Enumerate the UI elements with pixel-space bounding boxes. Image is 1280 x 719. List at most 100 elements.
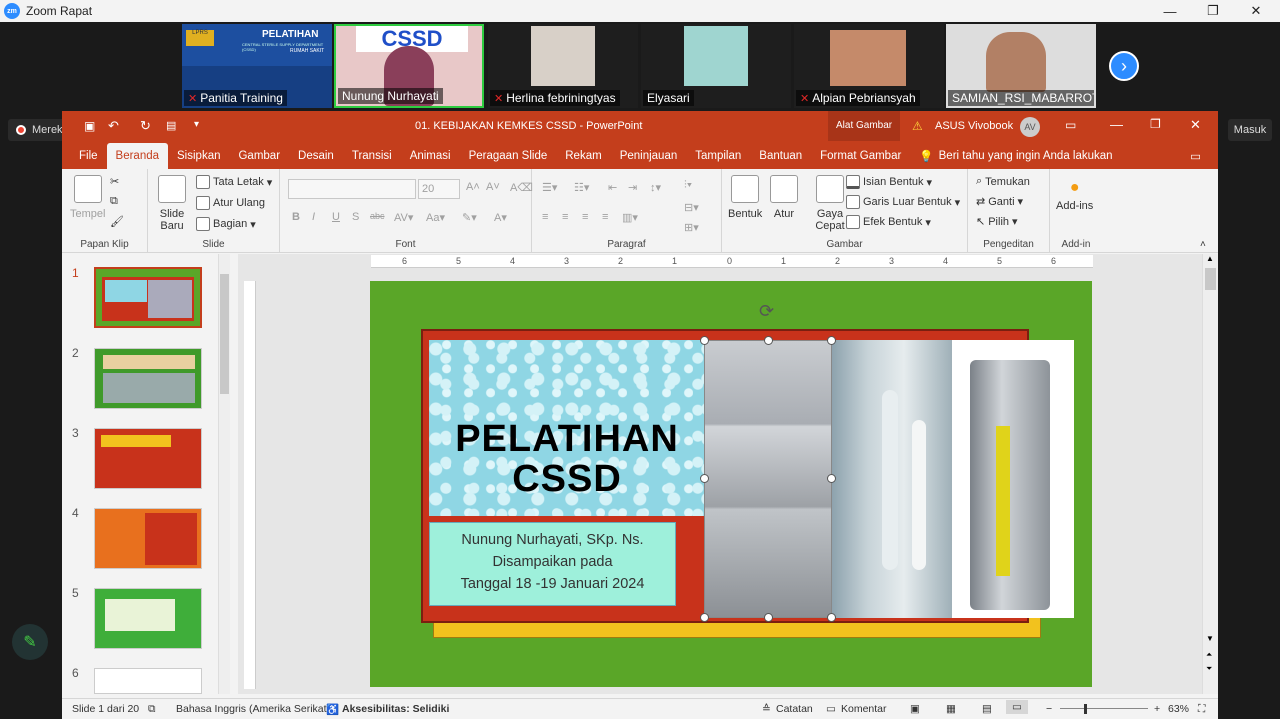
addins-button[interactable]: ● Add-ins	[1056, 179, 1093, 212]
zoom-slider[interactable]	[1060, 708, 1148, 709]
join-button[interactable]: Masuk	[1228, 119, 1272, 141]
shape-fill-button[interactable]: Isian Bentuk ▾	[846, 175, 932, 189]
resize-handle[interactable]	[764, 336, 773, 345]
presenter-info-box[interactable]: Nunung Nurhayati, SKp. Ns. Disampaikan p…	[429, 522, 676, 606]
comments-icon[interactable]: ▭	[1181, 143, 1210, 169]
copy-icon[interactable]: ⧉	[110, 195, 118, 208]
minimize-icon[interactable]: —	[1110, 117, 1123, 132]
tab-tampilan[interactable]: Tampilan	[686, 143, 750, 169]
align-center-icon[interactable]: ≡	[562, 211, 568, 223]
save-icon[interactable]: ▣	[84, 119, 95, 133]
next-slide-icon[interactable]: ⏷	[1206, 664, 1212, 674]
slide-sorter-icon[interactable]: ▦	[946, 703, 956, 715]
spellcheck-icon[interactable]: ⧉	[148, 703, 156, 716]
justify-icon[interactable]: ≡	[602, 211, 608, 223]
char-spacing-icon[interactable]: AV▾	[394, 211, 413, 224]
slide-thumbnail-1[interactable]	[94, 267, 202, 328]
slide-canvas[interactable]: PELATIHAN CSSD Nunung Nurhayati, SKp. Ns…	[370, 281, 1092, 687]
align-left-icon[interactable]: ≡	[542, 211, 548, 223]
thumbnail-scrollbar[interactable]	[218, 254, 230, 694]
slide-title[interactable]: PELATIHAN CSSD	[429, 419, 705, 499]
zoom-slider-thumb[interactable]	[1084, 704, 1087, 714]
italic-icon[interactable]: I	[312, 211, 315, 223]
tab-beranda[interactable]: Beranda	[106, 143, 169, 169]
arrange-button[interactable]: Atur	[770, 175, 798, 220]
clear-formatting-icon[interactable]: A⌫	[510, 181, 533, 194]
slide-thumbnail-6[interactable]	[94, 668, 202, 694]
shape-effects-button[interactable]: Efek Bentuk ▾	[846, 215, 931, 229]
columns-icon[interactable]: ▥▾	[622, 211, 638, 224]
tab-sisipkan[interactable]: Sisipkan	[168, 143, 229, 169]
tab-bantuan[interactable]: Bantuan	[750, 143, 811, 169]
resize-handle[interactable]	[700, 613, 709, 622]
account-name[interactable]: ASUS Vivobook	[935, 120, 1013, 132]
reset-button[interactable]: Atur Ulang	[196, 196, 265, 210]
normal-view-icon[interactable]: ▣	[910, 703, 920, 715]
redo-icon[interactable]: ↻	[140, 118, 151, 134]
decrease-indent-icon[interactable]: ⇤	[608, 181, 617, 194]
tab-peragaan-slide[interactable]: Peragaan Slide	[460, 143, 557, 169]
slide-thumbnail-4[interactable]	[94, 508, 202, 569]
notes-button[interactable]: Catatan	[776, 703, 813, 715]
language-status[interactable]: Bahasa Inggris (Amerika Serikat)	[176, 703, 330, 715]
participant-tile[interactable]: LPRS PELATIHAN CENTRAL STERILE SUPPLY DE…	[182, 24, 332, 108]
increase-font-icon[interactable]: A˄	[466, 181, 480, 193]
layout-button[interactable]: Tata Letak ▾	[196, 175, 272, 189]
avatar[interactable]: AV	[1020, 117, 1040, 137]
annotate-pen-button[interactable]: ✎	[12, 624, 48, 660]
participant-tile[interactable]: ✕ Alpian Pebriansyah	[794, 24, 944, 108]
font-family-select[interactable]	[288, 179, 416, 199]
tab-gambar[interactable]: Gambar	[229, 143, 289, 169]
ribbon-display-icon[interactable]: ▭	[1065, 118, 1076, 132]
strikethrough-icon[interactable]: abc	[370, 211, 385, 221]
editor-scrollbar[interactable]: ▲ ▼ ⏶ ⏷	[1202, 254, 1218, 694]
change-case-icon[interactable]: Aa▾	[426, 211, 445, 224]
participant-tile[interactable]: Elyasari	[641, 24, 791, 108]
resize-handle[interactable]	[827, 336, 836, 345]
tab-transisi[interactable]: Transisi	[343, 143, 401, 169]
comments-icon[interactable]: ▭	[826, 703, 836, 715]
shadow-icon[interactable]: S	[352, 211, 359, 223]
tab-file[interactable]: File	[70, 143, 107, 169]
participant-tile[interactable]: SAMIAN_RSI_MABARROT...	[946, 24, 1096, 108]
next-page-button[interactable]: ›	[1109, 51, 1139, 81]
fit-slide-icon[interactable]: ⛶	[1198, 703, 1205, 716]
text-direction-icon[interactable]: ⫶▾	[684, 179, 692, 192]
tell-me-search[interactable]: 💡 Beri tahu yang ingin Anda lakukan	[910, 143, 1121, 169]
replace-button[interactable]: ⇄ Ganti ▾	[976, 195, 1023, 209]
select-button[interactable]: ↖ Pilih ▾	[976, 215, 1018, 229]
collapse-ribbon-icon[interactable]: ˄	[1200, 239, 1206, 250]
accessibility-icon[interactable]: ♿	[326, 703, 339, 716]
resize-handle[interactable]	[700, 336, 709, 345]
notes-icon[interactable]: ≙	[762, 703, 771, 715]
minimize-icon[interactable]: —	[1150, 0, 1190, 22]
participant-tile[interactable]: ✕ Herlina febriningtyas	[488, 24, 638, 108]
tab-desain[interactable]: Desain	[289, 143, 343, 169]
align-text-icon[interactable]: ⊟▾	[684, 201, 699, 214]
participant-tile-active-speaker[interactable]: CSSD Nunung Nurhayati	[334, 24, 484, 108]
restore-icon[interactable]: ❐	[1150, 117, 1161, 131]
zoom-level[interactable]: 63%	[1168, 703, 1189, 715]
scroll-up-icon[interactable]: ▲	[1206, 254, 1214, 263]
font-color-icon[interactable]: A▾	[494, 211, 507, 224]
find-button[interactable]: ⌕ Temukan	[976, 175, 1030, 188]
section-button[interactable]: Bagian ▾	[196, 217, 256, 231]
paste-button[interactable]: Tempel	[70, 175, 105, 220]
align-right-icon[interactable]: ≡	[582, 211, 588, 223]
cut-icon[interactable]: ✂	[110, 175, 119, 188]
highlight-icon[interactable]: ✎▾	[462, 211, 477, 224]
bold-icon[interactable]: B	[292, 211, 300, 223]
reading-view-icon[interactable]: ▤	[982, 703, 992, 715]
resize-handle[interactable]	[827, 474, 836, 483]
close-icon[interactable]: ✕	[1236, 0, 1276, 22]
new-slide-button[interactable]: Slide Baru	[154, 175, 190, 232]
tab-peninjauan[interactable]: Peninjauan	[611, 143, 687, 169]
start-from-beginning-icon[interactable]: ▤	[166, 119, 176, 132]
maximize-icon[interactable]: ❐	[1193, 0, 1233, 22]
resize-handle[interactable]	[700, 474, 709, 483]
line-spacing-icon[interactable]: ↕▾	[650, 181, 661, 194]
slideshow-icon[interactable]: ▭	[1006, 700, 1028, 714]
bullets-icon[interactable]: ☰▾	[542, 181, 557, 194]
shapes-button[interactable]: Bentuk	[728, 175, 762, 220]
zoom-in-icon[interactable]: +	[1154, 703, 1160, 715]
